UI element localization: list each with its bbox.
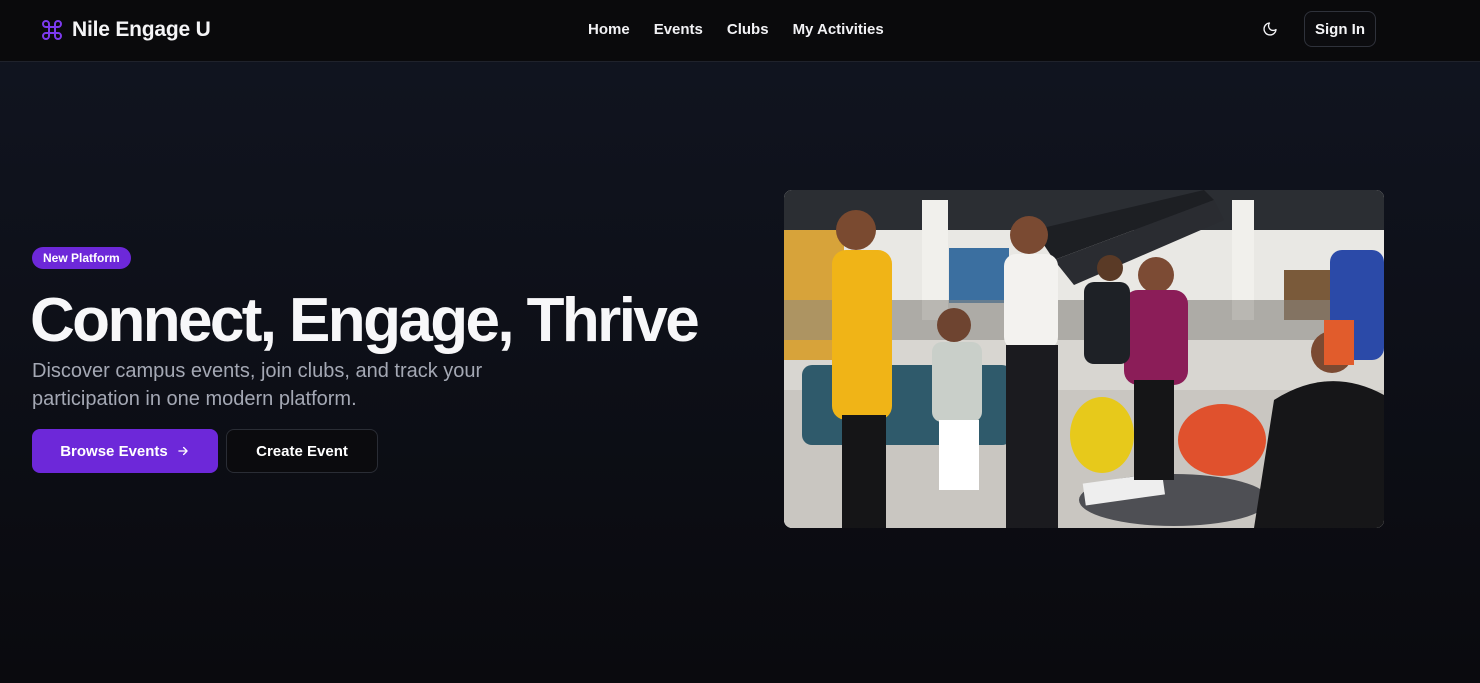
top-navbar: Nile Engage U Home Events Clubs My Activ… [0,0,1480,62]
hero-title: Connect, Engage, Thrive [30,286,700,355]
brand-name: Nile Engage U [72,18,211,41]
arrow-right-icon [178,446,188,456]
sign-in-button[interactable]: Sign In [1304,11,1376,47]
theme-toggle-button[interactable] [1258,17,1282,41]
browse-events-label: Browse Events [60,442,168,460]
main-nav: Home Events Clubs My Activities [588,19,884,39]
hero-subtitle: Discover campus events, join clubs, and … [32,360,483,410]
nav-link-events[interactable]: Events [654,21,703,38]
moon-icon [1263,22,1277,36]
create-event-button[interactable]: Create Event [226,429,378,473]
students-gathering-photo [784,190,1384,528]
hero-image [784,190,1384,528]
new-platform-badge: New Platform [32,247,131,269]
browse-events-button[interactable]: Browse Events [32,429,218,473]
nav-link-my-activities[interactable]: My Activities [793,21,884,38]
nav-link-home[interactable]: Home [588,21,630,38]
command-icon [42,20,62,40]
brand-logo-link[interactable]: Nile Engage U [40,17,211,43]
nav-link-clubs[interactable]: Clubs [727,21,769,38]
